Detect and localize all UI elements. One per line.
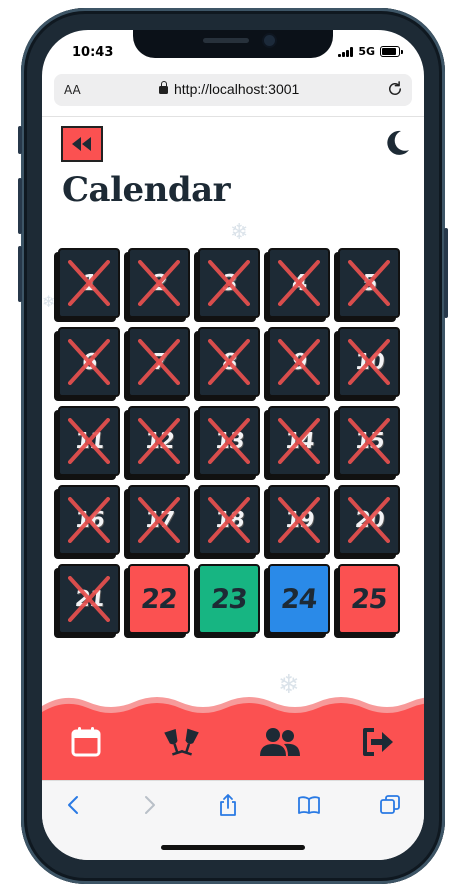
phone-volume-up — [18, 178, 22, 234]
cross-mark-icon — [208, 418, 250, 464]
calendar-day-tile[interactable]: 24 — [268, 564, 330, 634]
cross-mark-icon — [278, 497, 320, 543]
url-text[interactable]: http://localhost:3001 — [174, 81, 299, 97]
battery-icon — [380, 46, 403, 57]
day-number: 22 — [139, 583, 179, 615]
tabs-icon[interactable] — [378, 793, 402, 817]
calendar-day-tile[interactable]: 13 — [198, 406, 260, 476]
logout-icon[interactable] — [360, 726, 396, 758]
cheers-icon[interactable] — [162, 726, 202, 758]
cross-mark-icon — [68, 260, 110, 306]
home-indicator — [161, 845, 305, 850]
page-title: Calendar — [62, 170, 231, 210]
cross-mark-icon — [138, 418, 180, 464]
day-number: 24 — [279, 583, 319, 615]
lock-icon — [159, 81, 168, 94]
cross-mark-icon — [68, 339, 110, 385]
cross-mark-icon — [348, 260, 390, 306]
phone-power-button — [444, 228, 448, 318]
calendar-day-tile[interactable]: 8 — [198, 327, 260, 397]
calendar-day-tile[interactable]: 4 — [268, 248, 330, 318]
calendar-day-tile[interactable]: 2 — [128, 248, 190, 318]
signal-icon — [338, 46, 354, 57]
calendar-day-tile[interactable]: 16 — [58, 485, 120, 555]
calendar-day-tile[interactable]: 12 — [128, 406, 190, 476]
calendar-day-tile[interactable]: 5 — [338, 248, 400, 318]
calendar-day-tile[interactable]: 22 — [128, 564, 190, 634]
calendar-day-tile[interactable]: 9 — [268, 327, 330, 397]
text-size-button[interactable]: AA — [64, 83, 81, 97]
divider — [42, 116, 424, 117]
calendar-day-tile[interactable]: 19 — [268, 485, 330, 555]
calendar-day-tile[interactable]: 25 — [338, 564, 400, 634]
calendar-day-tile[interactable]: 11 — [58, 406, 120, 476]
calendar-day-tile[interactable]: 23 — [198, 564, 260, 634]
calendar-day-tile[interactable]: 7 — [128, 327, 190, 397]
status-time: 10:43 — [72, 45, 114, 60]
cross-mark-icon — [278, 260, 320, 306]
day-number: 23 — [209, 583, 249, 615]
phone-mute-switch — [18, 126, 22, 154]
notch — [133, 30, 333, 58]
calendar-day-tile[interactable]: 3 — [198, 248, 260, 318]
snowflake-icon: ❄ — [230, 220, 249, 245]
calendar-icon[interactable] — [70, 726, 102, 758]
calendar-day-tile[interactable]: 14 — [268, 406, 330, 476]
phone-volume-down — [18, 246, 22, 302]
reload-icon[interactable] — [386, 80, 404, 98]
network-label: 5G — [358, 45, 375, 58]
snowflake-icon: ❄ — [42, 292, 56, 311]
calendar-grid: 1234567891011121314151617181920212223242… — [58, 248, 408, 634]
cross-mark-icon — [278, 339, 320, 385]
cross-mark-icon — [68, 497, 110, 543]
status-indicators: 5G — [338, 45, 403, 58]
cross-mark-icon — [138, 260, 180, 306]
calendar-day-tile[interactable]: 18 — [198, 485, 260, 555]
cross-mark-icon — [208, 260, 250, 306]
cross-mark-icon — [138, 497, 180, 543]
share-icon[interactable] — [216, 793, 240, 817]
calendar-day-tile[interactable]: 10 — [338, 327, 400, 397]
bookmarks-icon[interactable] — [297, 793, 321, 817]
cross-mark-icon — [138, 339, 180, 385]
calendar-day-tile[interactable]: 21 — [58, 564, 120, 634]
cross-mark-icon — [68, 418, 110, 464]
calendar-day-tile[interactable]: 17 — [128, 485, 190, 555]
cross-mark-icon — [348, 497, 390, 543]
calendar-day-tile[interactable]: 20 — [338, 485, 400, 555]
day-number: 25 — [349, 583, 389, 615]
cross-mark-icon — [208, 339, 250, 385]
browser-back-icon[interactable] — [62, 793, 86, 817]
browser-forward-icon[interactable] — [137, 793, 161, 817]
back-button[interactable] — [61, 126, 103, 162]
calendar-day-tile[interactable]: 15 — [338, 406, 400, 476]
address-bar[interactable]: AA http://localhost:3001 — [54, 74, 412, 106]
users-icon[interactable] — [258, 726, 302, 758]
cross-mark-icon — [68, 576, 110, 622]
cross-mark-icon — [278, 418, 320, 464]
cross-mark-icon — [208, 497, 250, 543]
phone-screen: 10:43 5G AA http://localhost:3001 ❄ ❄ ❄ … — [42, 30, 424, 860]
calendar-day-tile[interactable]: 6 — [58, 327, 120, 397]
cross-mark-icon — [348, 339, 390, 385]
calendar-day-tile[interactable]: 1 — [58, 248, 120, 318]
dark-mode-toggle-icon[interactable] — [384, 129, 410, 157]
cross-mark-icon — [348, 418, 390, 464]
rewind-icon — [72, 137, 91, 151]
